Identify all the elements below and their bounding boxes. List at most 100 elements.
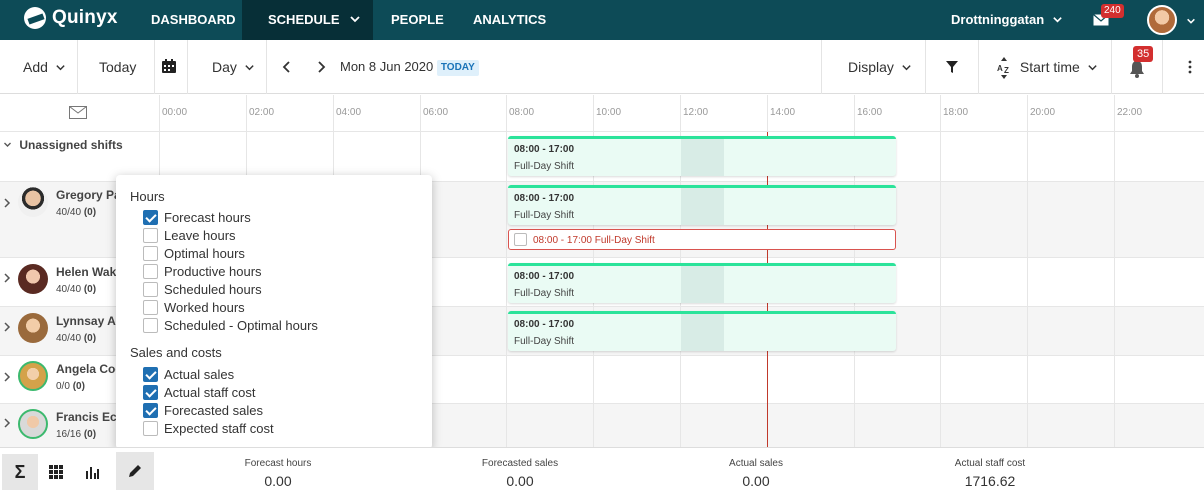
shift-name: Full-Day Shift xyxy=(514,210,575,221)
envelope-icon[interactable] xyxy=(69,106,87,119)
option-expected-staff-cost[interactable]: Expected staff cost xyxy=(143,419,274,437)
shift-block[interactable]: 08:00 - 17:00 Full-Day Shift xyxy=(508,136,896,176)
shift-checkbox[interactable] xyxy=(514,233,527,246)
checkbox[interactable] xyxy=(143,281,158,297)
option-label: Scheduled - Optimal hours xyxy=(164,317,318,333)
hour-label: 02:00 xyxy=(249,107,275,118)
display-button[interactable]: Display xyxy=(848,40,912,94)
messages-button[interactable]: 240 xyxy=(1093,4,1124,27)
divider xyxy=(978,40,979,94)
option-forecasted-sales[interactable]: Forecasted sales xyxy=(143,401,263,419)
option-label: Optimal hours xyxy=(164,245,245,261)
notifications-button[interactable]: 35 xyxy=(1127,46,1154,78)
chevron-right-icon[interactable] xyxy=(3,372,11,382)
divider xyxy=(266,40,267,94)
option-optimal-hours[interactable]: Optimal hours xyxy=(143,244,245,262)
option-actual-staff-cost[interactable]: Actual staff cost xyxy=(143,383,256,401)
nav-dashboard[interactable]: DASHBOARD xyxy=(151,0,236,40)
view-selector[interactable]: Day xyxy=(212,40,255,94)
chevron-right-icon[interactable] xyxy=(3,322,11,332)
more-vertical-icon[interactable] xyxy=(1188,60,1192,74)
checkbox[interactable] xyxy=(143,366,158,382)
checkbox[interactable] xyxy=(143,384,158,400)
header-divider xyxy=(0,131,1204,132)
filter-icon[interactable] xyxy=(945,60,959,74)
employee-hours: 16/16 (0) xyxy=(56,429,96,440)
employee-name[interactable]: Francis Ecc xyxy=(56,410,123,424)
hour-gridline xyxy=(506,95,507,447)
sort-selector[interactable]: AZ Start time xyxy=(996,40,1098,94)
grid-view-button[interactable] xyxy=(38,454,74,490)
employee-name[interactable]: Lynnsay An xyxy=(56,314,123,328)
checkbox[interactable] xyxy=(143,245,158,261)
chevron-right-icon[interactable] xyxy=(3,418,11,428)
bar-chart-icon xyxy=(86,467,99,479)
employee-hours: 0/0 (0) xyxy=(56,381,85,392)
add-label: Add xyxy=(23,59,48,75)
unpublished-shift-text: 08:00 - 17:00 Full-Day Shift xyxy=(533,235,655,246)
option-leave-hours[interactable]: Leave hours xyxy=(143,226,236,244)
unpublished-shift[interactable]: 08:00 - 17:00 Full-Day Shift xyxy=(508,229,896,250)
shift-break xyxy=(681,139,724,176)
chart-view-button[interactable] xyxy=(74,454,110,490)
unassigned-label: Unassigned shifts xyxy=(19,138,123,152)
option-worked-hours[interactable]: Worked hours xyxy=(143,298,245,316)
chevron-left-icon[interactable] xyxy=(281,60,293,74)
user-avatar[interactable] xyxy=(1147,5,1177,35)
hours-extra: (0) xyxy=(83,333,97,344)
divider xyxy=(154,40,155,94)
location-selector[interactable]: Drottninggatan xyxy=(951,0,1063,40)
shift-time: 08:00 - 17:00 xyxy=(533,235,592,246)
shift-time: 08:00 - 17:00 xyxy=(514,271,575,282)
chevron-down-icon xyxy=(1053,17,1062,23)
notifications-badge: 35 xyxy=(1133,46,1154,62)
option-scheduled-hours[interactable]: Scheduled hours xyxy=(143,280,262,298)
sales-costs-heading: Sales and costs xyxy=(130,345,222,360)
option-forecast-hours[interactable]: Forecast hours xyxy=(143,208,251,226)
employee-name[interactable]: Helen Wake xyxy=(56,265,123,279)
shift-block[interactable]: 08:00 - 17:00 Full-Day Shift xyxy=(508,185,896,225)
quinyx-logo[interactable]: Quinyx xyxy=(24,7,118,29)
location-label: Drottninggatan xyxy=(951,12,1045,27)
hour-label: 08:00 xyxy=(509,107,535,118)
calendar-button[interactable] xyxy=(161,58,177,76)
shift-time: 08:00 - 17:00 xyxy=(514,193,575,204)
hours-extra: (0) xyxy=(72,381,85,392)
shift-break xyxy=(681,188,724,225)
chevron-right-icon[interactable] xyxy=(315,60,327,74)
bell-icon xyxy=(1130,61,1144,78)
shift-block[interactable]: 08:00 - 17:00 Full-Day Shift xyxy=(508,263,896,303)
today-button[interactable]: Today xyxy=(99,40,136,94)
avatar xyxy=(18,187,48,217)
nav-analytics[interactable]: ANALYTICS xyxy=(473,0,546,40)
stat-label: Forecast hours xyxy=(244,458,312,469)
stat-label: Actual sales xyxy=(729,458,783,469)
chevron-down-icon[interactable] xyxy=(1186,16,1196,26)
sum-view-button[interactable]: Σ xyxy=(2,454,38,490)
checkbox[interactable] xyxy=(143,317,158,333)
chevron-down-icon xyxy=(56,65,65,71)
unassigned-shifts-toggle[interactable]: Unassigned shifts xyxy=(3,138,123,152)
checkbox[interactable] xyxy=(143,263,158,279)
add-button[interactable]: Add xyxy=(23,40,66,94)
calendar-icon xyxy=(162,59,176,73)
employee-name[interactable]: Angela Coo xyxy=(56,362,123,376)
checkbox[interactable] xyxy=(143,227,158,243)
option-label: Forecasted sales xyxy=(164,402,263,418)
option-productive-hours[interactable]: Productive hours xyxy=(143,262,262,280)
chevron-right-icon[interactable] xyxy=(3,273,11,283)
edit-stats-button[interactable] xyxy=(116,452,154,490)
checkbox[interactable] xyxy=(143,420,158,436)
shift-block[interactable]: 08:00 - 17:00 Full-Day Shift xyxy=(508,311,896,351)
chevron-right-icon[interactable] xyxy=(3,198,11,208)
checkbox[interactable] xyxy=(143,209,158,225)
option-actual-sales[interactable]: Actual sales xyxy=(143,365,234,383)
nav-schedule[interactable]: SCHEDULE xyxy=(242,0,373,40)
option-label: Expected staff cost xyxy=(164,420,274,436)
employee-name[interactable]: Gregory Pa xyxy=(56,188,121,202)
checkbox[interactable] xyxy=(143,299,158,315)
checkbox[interactable] xyxy=(143,402,158,418)
chevron-down-icon xyxy=(245,65,254,71)
nav-people[interactable]: PEOPLE xyxy=(391,0,444,40)
option-scheduled-optimal-hours[interactable]: Scheduled - Optimal hours xyxy=(143,316,318,334)
